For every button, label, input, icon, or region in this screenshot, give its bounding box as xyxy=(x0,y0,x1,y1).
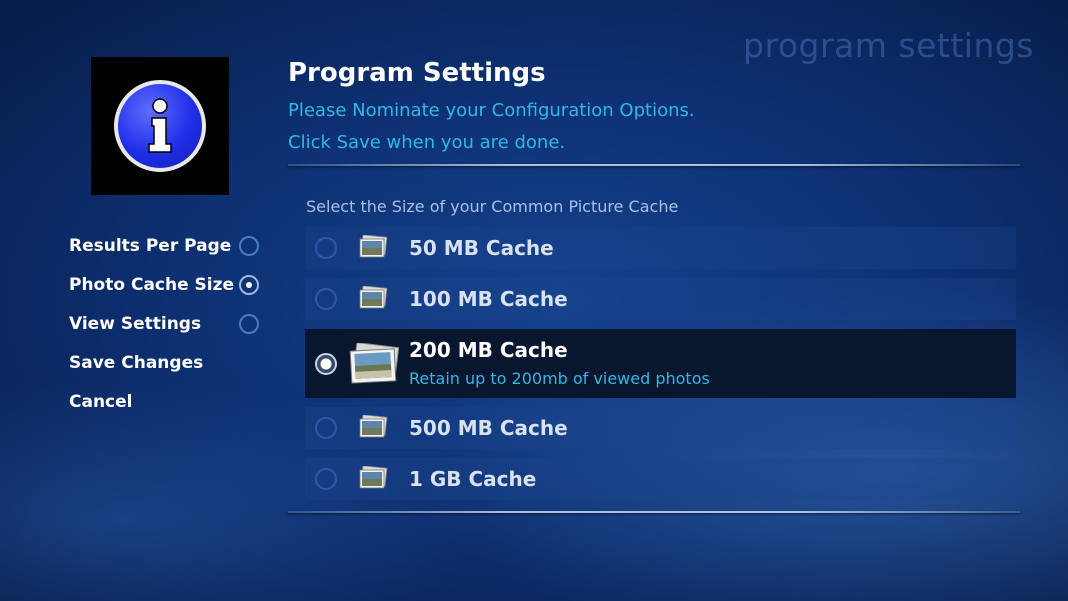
option-label: 100 MB Cache xyxy=(409,287,568,311)
menu-radio-indicator xyxy=(239,236,259,256)
menu-item-label: Cancel xyxy=(69,392,133,412)
menu-item-results-per-page[interactable]: Results Per Page xyxy=(69,232,269,271)
cache-option-50mb[interactable]: 50 MB Cache xyxy=(305,227,1016,269)
save-changes-button[interactable]: Save Changes xyxy=(69,349,269,388)
cancel-button[interactable]: Cancel xyxy=(69,388,269,427)
photo-stack-icon xyxy=(349,343,400,384)
info-icon xyxy=(114,80,206,172)
page-subtitle-line2: Click Save when you are done. xyxy=(288,132,566,153)
radio-button-selected xyxy=(315,353,337,375)
menu-item-label: Results Per Page xyxy=(69,236,232,256)
settings-menu: Results Per Page Photo Cache Size View S… xyxy=(69,232,269,427)
option-description: Retain up to 200mb of viewed photos xyxy=(409,369,710,388)
radio-button xyxy=(315,288,337,310)
photo-stack-icon xyxy=(359,415,388,438)
cache-option-200mb[interactable]: 200 MB Cache Retain up to 200mb of viewe… xyxy=(305,329,1016,398)
app-logo xyxy=(91,57,229,195)
photo-stack-icon xyxy=(359,235,388,258)
radio-button xyxy=(315,417,337,439)
menu-item-label: View Settings xyxy=(69,314,202,334)
menu-item-photo-cache-size[interactable]: Photo Cache Size xyxy=(69,271,269,310)
menu-item-label: Save Changes xyxy=(69,353,204,373)
option-label: 1 GB Cache xyxy=(409,467,537,491)
cache-option-500mb[interactable]: 500 MB Cache xyxy=(305,407,1016,449)
menu-radio-indicator-selected xyxy=(239,275,259,295)
cache-option-1gb[interactable]: 1 GB Cache xyxy=(305,458,1016,500)
option-label: 500 MB Cache xyxy=(409,416,568,440)
menu-item-label: Photo Cache Size xyxy=(69,275,235,295)
radio-button xyxy=(315,468,337,490)
page-subtitle-line1: Please Nominate your Configuration Optio… xyxy=(288,100,695,121)
radio-button xyxy=(315,237,337,259)
photo-stack-icon xyxy=(359,466,388,489)
menu-item-view-settings[interactable]: View Settings xyxy=(69,310,269,349)
cache-option-100mb[interactable]: 100 MB Cache xyxy=(305,278,1016,320)
cache-section-label: Select the Size of your Common Picture C… xyxy=(306,197,679,216)
option-label: 50 MB Cache xyxy=(409,236,554,260)
header-divider xyxy=(288,164,1020,166)
footer-divider xyxy=(288,511,1020,513)
photo-stack-icon xyxy=(359,286,388,309)
option-label: 200 MB Cache xyxy=(409,338,568,362)
watermark-title: program settings xyxy=(743,26,1034,65)
info-glyph xyxy=(148,98,172,153)
menu-radio-indicator xyxy=(239,314,259,334)
page-title: Program Settings xyxy=(288,58,546,88)
